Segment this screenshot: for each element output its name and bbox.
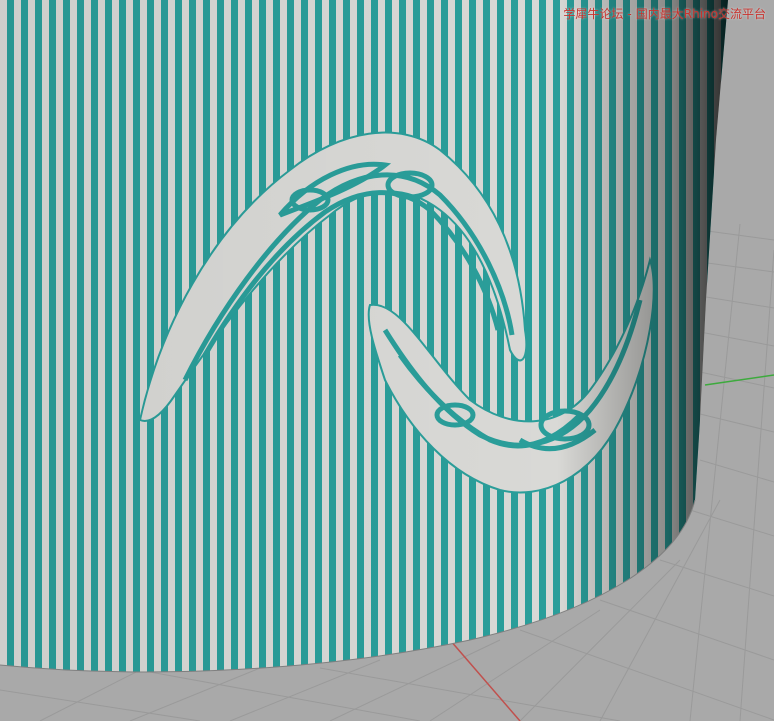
watermark-tagline: 国内最大Rhino交流平台 [635,7,766,21]
watermark-separator: - [627,7,632,21]
forum-watermark: 学犀牛论坛 - 国内最大Rhino交流平台 [563,6,766,22]
watermark-forum-name: 学犀牛论坛 [563,7,624,21]
rhino-perspective-viewport[interactable] [0,0,774,721]
